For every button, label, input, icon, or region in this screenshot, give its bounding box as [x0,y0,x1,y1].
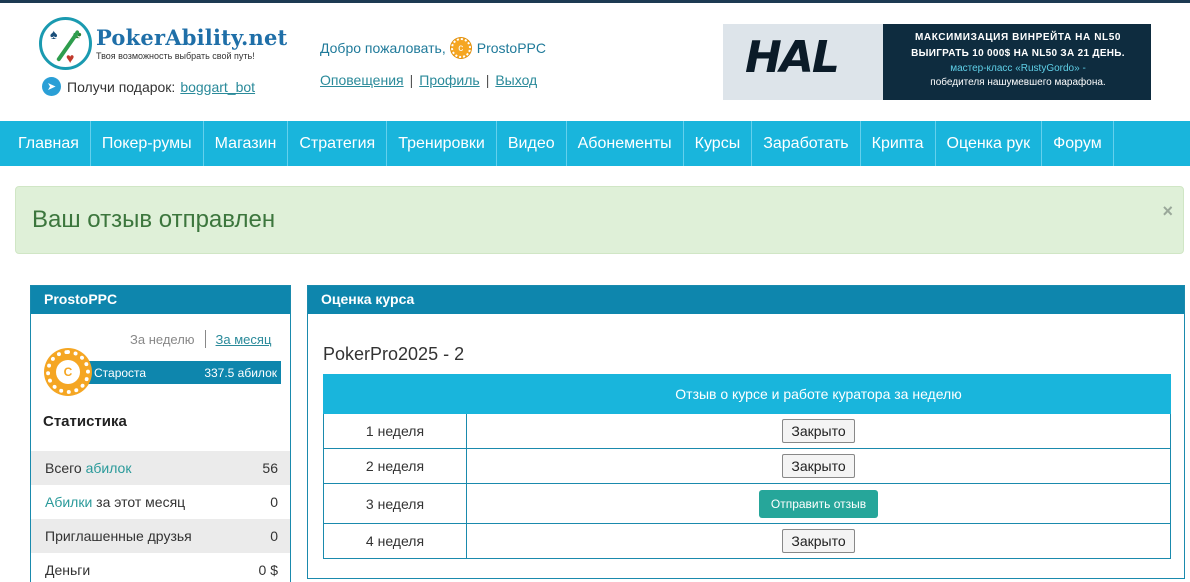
banner-line-1: МАКСИМИЗАЦИЯ ВИНРЕЙТА НА NL50 [914,32,1122,43]
panel-title: Оценка курса [308,286,1184,314]
nav-shop[interactable]: Магазин [204,121,289,166]
nav-trainings[interactable]: Тренировки [387,121,497,166]
logo-tagline: Твоя возможность выбрать свой путь! [96,51,255,61]
main-nav: Главная Покер-румы Магазин Стратегия Тре… [0,121,1190,166]
abilki-link[interactable]: абилок [86,460,132,476]
site-logo[interactable]: ♠♣♥ PokerAbility.net Твоя возможность вы… [39,17,287,73]
gift-bot-link[interactable]: boggart_bot [180,79,255,95]
stat-label: Приглашенные друзья [45,528,192,544]
review-table: Отзыв о курсе и работе куратора за недел… [323,374,1171,559]
logout-link[interactable]: Выход [495,72,537,88]
sidebar-title: ProstoPPC [31,286,290,314]
stat-row: Всего абилок 56 [31,451,290,485]
period-week[interactable]: За неделю [130,332,195,348]
rank-name: Староста [94,365,147,380]
nav-poker-rooms[interactable]: Покер-румы [91,121,204,166]
profile-link[interactable]: Профиль [419,72,479,88]
nav-video[interactable]: Видео [497,121,567,166]
welcome-text: Добро пожаловать, [320,40,446,56]
nav-strategy[interactable]: Стратегия [288,121,388,166]
review-column-header: Отзыв о курсе и работе куратора за недел… [466,374,1171,414]
stat-value: 0 $ [258,562,278,578]
stats-title: Статистика [43,413,127,430]
send-review-button[interactable]: Отправить отзыв [758,489,879,518]
stat-row: Деньги 0 $ [31,553,290,582]
promo-banner[interactable]: HAL МАКСИМИЗАЦИЯ ВИНРЕЙТА НА NL50 ВЫИГРА… [723,24,1151,100]
logo-title: PokerAbility.net [96,25,288,50]
banner-logo: HAL [745,32,840,83]
closed-button[interactable]: Закрыто [782,454,855,478]
week-label: 1 неделя [323,413,467,449]
rank-bar: Староста 337.5 абилок [80,361,281,384]
user-links: Оповещения | Профиль | Выход [320,72,538,88]
stat-value: 56 [262,460,278,476]
nav-hand-review[interactable]: Оценка рук [936,121,1043,166]
week-label: 4 неделя [323,523,467,559]
abilki-link[interactable]: Абилки [45,494,92,510]
stat-value: 0 [270,528,278,544]
stat-label: Деньги [45,562,91,578]
table-row: 2 неделя Закрыто [323,448,1171,484]
banner-line-4: победителя нашумевшего марафона. [930,77,1106,88]
gift-promo: ➤ Получи подарок: boggart_bot [42,77,255,96]
alert-message: Ваш отзыв отправлен [32,206,276,233]
rank-chip-icon: C [46,350,90,394]
rank-value: 337.5 абилок [204,365,277,380]
period-month[interactable]: За месяц [216,332,272,348]
banner-line-2: ВЫИГРАТЬ 10 000$ НА NL50 ЗА 21 ДЕНЬ. [911,48,1125,59]
success-alert: Ваш отзыв отправлен × [15,186,1184,254]
closed-button[interactable]: Закрыто [782,529,855,553]
week-label: 3 неделя [323,483,467,524]
nav-forum[interactable]: Форум [1042,121,1114,166]
telegram-icon: ➤ [42,77,61,96]
table-header-row: Отзыв о курсе и работе куратора за недел… [323,374,1171,414]
gift-label: Получи подарок: [67,78,176,95]
table-row: 3 неделя Отправить отзыв [323,483,1171,524]
nav-crypto[interactable]: Крипта [861,121,936,166]
table-row: 1 неделя Закрыто [323,413,1171,449]
top-border [0,0,1190,3]
nav-courses[interactable]: Курсы [684,121,753,166]
user-sidebar: ProstoPPC За неделю За месяц Староста 33… [30,285,291,582]
banner-logo-area: HAL [723,24,883,100]
chip-icon: c [450,38,471,58]
stat-row: Приглашенные друзья 0 [31,519,290,553]
table-row: 4 неделя Закрыто [323,523,1171,559]
header-username: ProstoPPC [476,40,546,56]
course-review-panel: Оценка курса PokerPro2025 - 2 Отзыв о ку… [307,285,1185,579]
nav-subscriptions[interactable]: Абонементы [567,121,684,166]
week-column-header [323,374,467,414]
notifications-link[interactable]: Оповещения [320,72,404,88]
stats-list: Всего абилок 56 Абилки за этот месяц 0 П… [31,451,290,582]
closed-button[interactable]: Закрыто [782,419,855,443]
welcome-line: Добро пожаловать, c ProstoPPC [320,38,546,58]
stat-row: Абилки за этот месяц 0 [45,494,278,510]
nav-home[interactable]: Главная [0,121,91,166]
course-name: PokerPro2025 - 2 [323,344,465,364]
banner-line-3: мастер-класс «RustyGordo» - [950,63,1086,74]
week-label: 2 неделя [323,448,467,484]
stat-value: 0 [270,494,278,510]
period-switch: За неделю За месяц [130,330,272,348]
nav-earn[interactable]: Заработать [752,121,861,166]
close-icon[interactable]: × [1162,201,1173,222]
compass-logo-icon: ♠♣♥ [39,17,92,70]
